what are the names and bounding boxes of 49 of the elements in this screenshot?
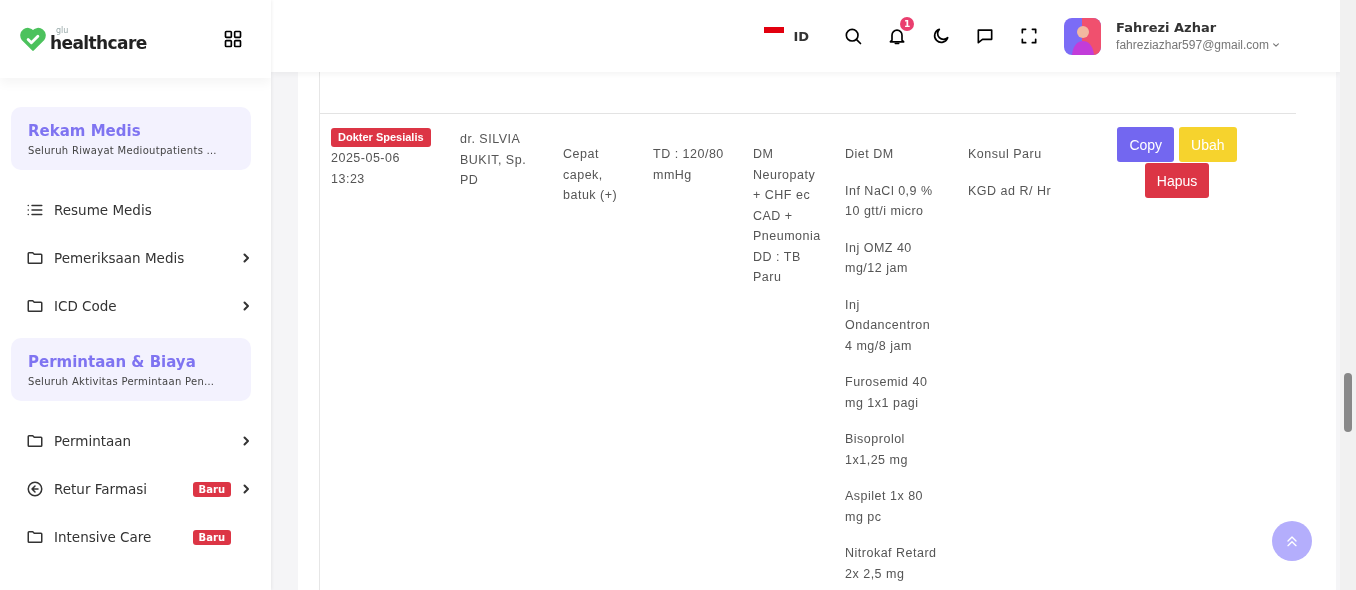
chevron-down-icon [1272, 41, 1280, 49]
avatar[interactable] [1064, 17, 1102, 55]
language-selector[interactable]: ID [764, 28, 810, 44]
complaint-text: Cepat capek, batuk (+) [563, 146, 619, 204]
time-text: 13:23 [331, 170, 366, 188]
heart-check-icon [20, 27, 46, 51]
section-title: Permintaan & Biaya [28, 353, 197, 371]
sidebar-item[interactable]: Intensive Care Baru [11, 513, 251, 561]
therapy-item: Diet DM [845, 146, 895, 163]
folder-icon [26, 297, 44, 315]
scrollbar[interactable] [1340, 0, 1356, 590]
folder-icon [26, 249, 44, 267]
chat-icon[interactable] [975, 26, 996, 46]
sidebar-item[interactable]: Retur Farmasi Baru [11, 465, 251, 513]
sidebar-item[interactable]: Permintaan [11, 417, 251, 465]
user-name: Fahrezi Azhar [1116, 20, 1218, 35]
new-badge: Baru [192, 481, 231, 497]
therapy-item: Inj Ondancentron 4 mg/8 jam [845, 296, 932, 355]
examination-text: TD : 120/80 mmHg [653, 146, 725, 184]
fullscreen-icon[interactable] [1019, 26, 1040, 46]
user-email[interactable]: fahreziazhar597@gmail.com [1116, 38, 1280, 52]
delete-button[interactable]: Hapus [1144, 163, 1210, 198]
section-subtitle: Seluruh Riwayat Medioutpatients … [28, 145, 218, 156]
sidebar-item[interactable]: ICD Code [11, 282, 251, 330]
sidebar-item[interactable]: Pemeriksaan Medis [11, 234, 251, 282]
grid-icon[interactable] [223, 29, 243, 49]
section-title: Rekam Medis [28, 122, 142, 140]
notification-count: 1 [900, 17, 915, 31]
therapy-item: Inf NaCl 0,9 % 10 gtt/i micro [845, 182, 934, 220]
plan-item: KGD ad R/ Hr [968, 182, 1053, 200]
type-badge: Dokter Spesialis [331, 128, 431, 147]
search-icon[interactable] [843, 26, 864, 46]
arrow-circle-icon [26, 480, 44, 498]
sidebar-item[interactable]: Resume Medis [11, 186, 251, 234]
plan-item: Konsul Paru [968, 146, 1043, 163]
therapy-item: Inj OMZ 40 mg/12 jam [845, 239, 913, 277]
section-subtitle: Seluruh Aktivitas Permintaan Pen… [28, 376, 216, 387]
folder-icon [26, 432, 44, 450]
folder-icon [26, 528, 44, 546]
therapy-item: Bisoprolol 1x1,25 mg [845, 431, 909, 469]
doctor-name: dr. SILVIA BUKIT, Sp. PD [460, 131, 528, 189]
date-text: 2025-05-06 [331, 150, 401, 167]
logo-text: healthcare [50, 34, 147, 52]
logo-text: glu [56, 26, 69, 35]
new-badge: Baru [192, 529, 231, 545]
therapy-item: Furosemid 40 mg 1x1 pagi [845, 374, 929, 412]
therapy-item: Nitrokaf Retard 2x 2,5 mg [845, 545, 938, 583]
therapy-item: Aspilet 1x 80 mg pc [845, 488, 925, 526]
copy-button[interactable]: Copy [1117, 127, 1175, 162]
